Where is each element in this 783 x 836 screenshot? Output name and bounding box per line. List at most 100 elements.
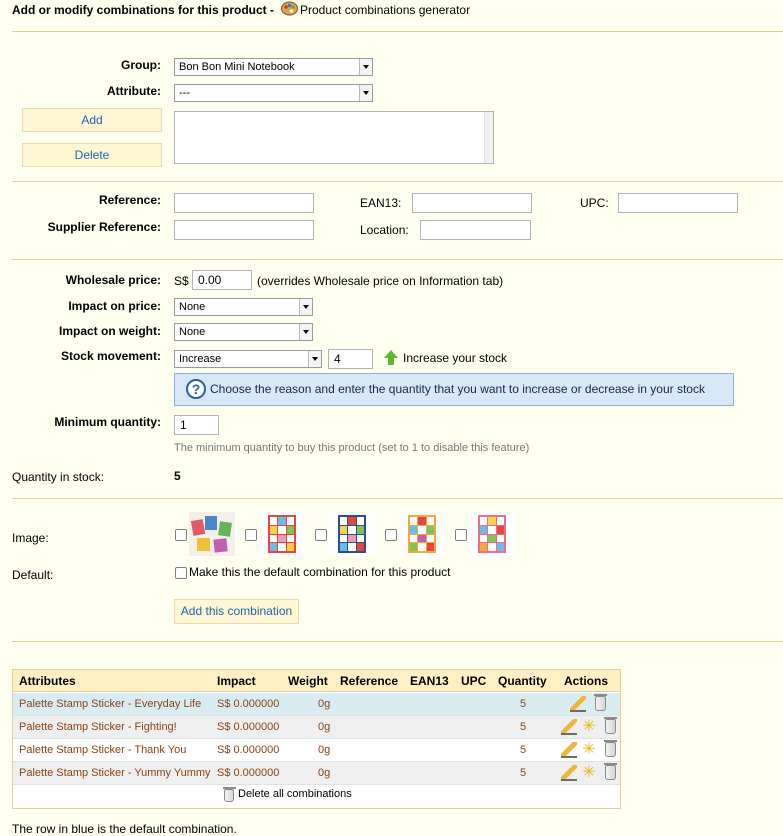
supplier-reference-field[interactable] bbox=[174, 220, 314, 240]
pencil-icon[interactable] bbox=[561, 765, 577, 781]
trash-icon[interactable] bbox=[604, 740, 617, 757]
table-row[interactable]: Palette Stamp Sticker - Everyday Life S$… bbox=[13, 693, 620, 716]
ean13-field[interactable] bbox=[412, 193, 532, 213]
default-combination-checkbox[interactable] bbox=[175, 567, 187, 579]
chevron-down-icon bbox=[299, 299, 312, 315]
quantity-in-stock-label: Quantity in stock: bbox=[12, 470, 105, 484]
table-row[interactable]: Palette Stamp Sticker - Yummy Yummy S$ 0… bbox=[13, 762, 620, 785]
star-icon[interactable]: ✳ bbox=[581, 765, 597, 781]
row-impact: S$ 0.000000 bbox=[217, 698, 280, 710]
stock-movement-label: Stock movement: bbox=[60, 349, 161, 363]
row-weight: 0g bbox=[318, 721, 331, 733]
wholesale-price-label: Wholesale price: bbox=[65, 273, 161, 287]
product-image-thumbnail bbox=[329, 512, 375, 556]
attribute-select-value: --- bbox=[179, 87, 190, 99]
quantity-in-stock-value: 5 bbox=[174, 469, 181, 483]
trash-icon[interactable] bbox=[604, 717, 617, 734]
green-up-arrow-icon bbox=[384, 350, 398, 365]
group-select[interactable]: Bon Bon Mini Notebook bbox=[174, 58, 373, 76]
image-checkbox[interactable] bbox=[175, 529, 187, 541]
attribute-select[interactable]: --- bbox=[174, 84, 373, 102]
impact-on-price-select[interactable]: None bbox=[174, 298, 313, 316]
location-field[interactable] bbox=[420, 220, 531, 240]
default-combination-text: Make this the default combination for th… bbox=[189, 565, 451, 579]
reference-field[interactable] bbox=[174, 193, 314, 213]
stock-hint-text: Choose the reason and enter the quantity… bbox=[210, 382, 705, 396]
add-combination-button[interactable]: Add this combination bbox=[174, 599, 299, 624]
table-row[interactable]: Palette Stamp Sticker - Thank You S$ 0.0… bbox=[13, 739, 620, 762]
pencil-icon[interactable] bbox=[561, 719, 577, 735]
minimum-quantity-help: The minimum quantity to buy this product… bbox=[174, 442, 530, 454]
stock-movement-value: Increase bbox=[179, 353, 222, 365]
image-checkbox[interactable] bbox=[385, 529, 397, 541]
row-impact: S$ 0.000000 bbox=[217, 721, 280, 733]
row-weight: 0g bbox=[318, 744, 331, 756]
column-header-ean13: EAN13 bbox=[410, 674, 449, 688]
chevron-down-icon bbox=[299, 324, 312, 340]
attribute-label: Attribute: bbox=[107, 84, 161, 98]
impact-on-price-label: Impact on price: bbox=[68, 299, 161, 313]
add-attribute-button[interactable]: Add bbox=[22, 108, 162, 132]
image-checkbox[interactable] bbox=[455, 529, 467, 541]
divider bbox=[12, 259, 783, 260]
stock-quantity-field[interactable]: 4 bbox=[328, 349, 373, 369]
default-label: Default: bbox=[12, 568, 54, 582]
palette-icon bbox=[281, 1, 298, 16]
star-icon[interactable]: ✳ bbox=[581, 742, 597, 758]
delete-all-combinations-link[interactable]: Delete all combinations bbox=[238, 788, 352, 800]
row-quantity: 5 bbox=[520, 744, 527, 756]
delete-attribute-button[interactable]: Delete bbox=[22, 143, 162, 167]
image-checkbox[interactable] bbox=[245, 529, 257, 541]
trash-icon[interactable] bbox=[594, 694, 607, 711]
row-impact: S$ 0.000000 bbox=[217, 744, 280, 756]
row-attributes: Palette Stamp Sticker - Yummy Yummy bbox=[19, 767, 211, 779]
impact-on-weight-select[interactable]: None bbox=[174, 323, 313, 341]
table-header: Attributes Impact Weight Reference EAN13… bbox=[13, 670, 620, 692]
column-header-impact: Impact bbox=[217, 674, 256, 688]
divider bbox=[12, 641, 783, 642]
supplier-reference-label: Supplier Reference: bbox=[47, 220, 161, 234]
row-weight: 0g bbox=[318, 698, 331, 710]
minimum-quantity-field[interactable]: 1 bbox=[174, 415, 219, 435]
currency-symbol: S$ bbox=[174, 274, 189, 288]
product-combinations-generator-link[interactable]: Product combinations generator bbox=[300, 3, 470, 17]
star-icon[interactable]: ✳ bbox=[581, 719, 597, 735]
column-header-reference: Reference bbox=[340, 674, 399, 688]
upc-field[interactable] bbox=[618, 193, 738, 213]
stock-hint-box: ? Choose the reason and enter the quanti… bbox=[174, 373, 734, 406]
ean13-label: EAN13: bbox=[360, 196, 402, 210]
row-weight: 0g bbox=[318, 767, 331, 779]
row-attributes: Palette Stamp Sticker - Thank You bbox=[19, 744, 187, 756]
increase-stock-text: Increase your stock bbox=[403, 351, 508, 365]
chevron-down-icon bbox=[359, 59, 372, 75]
question-icon: ? bbox=[186, 379, 206, 399]
row-quantity: 5 bbox=[520, 698, 527, 710]
chevron-down-icon bbox=[359, 85, 372, 101]
product-image-thumbnail bbox=[189, 512, 235, 556]
trash-icon[interactable] bbox=[604, 763, 617, 780]
minimum-quantity-label: Minimum quantity: bbox=[54, 415, 161, 429]
scrollbar[interactable] bbox=[484, 112, 493, 163]
stock-movement-select[interactable]: Increase bbox=[174, 350, 322, 368]
wholesale-price-note: (overrides Wholesale price on Informatio… bbox=[257, 274, 504, 288]
wholesale-price-field[interactable]: 0.00 bbox=[192, 270, 252, 290]
trash-icon[interactable] bbox=[223, 787, 236, 802]
row-attributes: Palette Stamp Sticker - Everyday Life bbox=[19, 698, 202, 710]
image-checkbox[interactable] bbox=[315, 529, 327, 541]
combinations-table: Attributes Impact Weight Reference EAN13… bbox=[12, 669, 621, 809]
column-header-actions: Actions bbox=[564, 674, 609, 688]
pencil-icon[interactable] bbox=[561, 742, 577, 758]
column-header-upc: UPC bbox=[461, 674, 487, 688]
impact-on-price-value: None bbox=[179, 301, 206, 313]
table-row[interactable]: Palette Stamp Sticker - Fighting! S$ 0.0… bbox=[13, 716, 620, 739]
image-label: Image: bbox=[12, 531, 49, 545]
pencil-icon[interactable] bbox=[570, 696, 586, 712]
product-image-thumbnail bbox=[399, 512, 445, 556]
location-label: Location: bbox=[360, 223, 409, 237]
row-quantity: 5 bbox=[520, 767, 527, 779]
impact-on-weight-value: None bbox=[179, 326, 206, 338]
attribute-list[interactable] bbox=[174, 111, 494, 164]
product-image-thumbnail bbox=[469, 512, 515, 556]
row-quantity: 5 bbox=[520, 721, 527, 733]
chevron-down-icon bbox=[308, 351, 321, 367]
